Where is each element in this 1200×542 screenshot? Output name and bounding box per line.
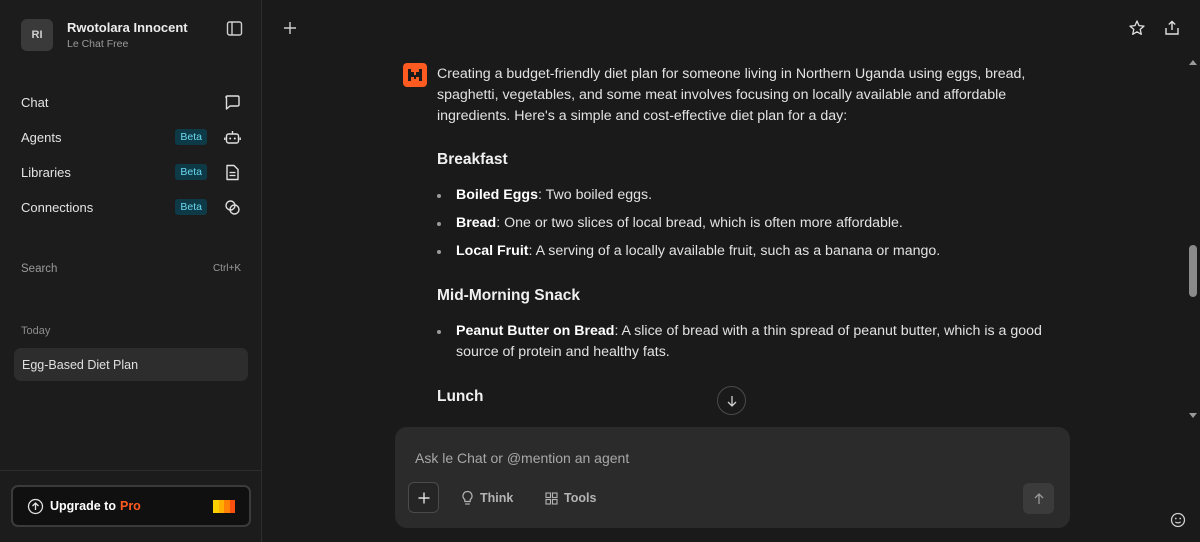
list-item-text: : Two boiled eggs. xyxy=(537,187,653,203)
message-intro: Creating a budget-friendly diet plan for… xyxy=(437,66,1026,124)
attach-button[interactable] xyxy=(408,482,439,513)
chat-composer: Think Tools xyxy=(395,427,1070,528)
mistral-logo-icon xyxy=(213,500,235,513)
robot-icon xyxy=(224,129,241,146)
document-icon xyxy=(224,164,241,181)
help-face-icon[interactable] xyxy=(1170,512,1186,528)
snack-heading: Mid-Morning Snack xyxy=(437,287,580,304)
list-item: Bread: One or two slices of local bread,… xyxy=(437,213,1057,234)
think-button[interactable]: Think xyxy=(461,489,513,507)
search-shortcut: Ctrl+K xyxy=(212,263,241,274)
upgrade-pro-label: Pro xyxy=(119,499,141,513)
sidebar-item-agents[interactable]: Agents Beta xyxy=(21,127,241,147)
list-item: Boiled Eggs: Two boiled eggs. xyxy=(437,185,1057,206)
scroll-thumb[interactable] xyxy=(1189,245,1197,297)
list-item: Local Fruit: A serving of a locally avai… xyxy=(437,241,1057,262)
arrow-up-circle-icon xyxy=(27,498,44,515)
upgrade-button[interactable]: Upgrade to Pro xyxy=(11,485,251,527)
scroll-up-arrow-icon[interactable] xyxy=(1189,60,1197,65)
sidebar-item-label: Agents xyxy=(21,129,62,145)
chat-history-item[interactable]: Egg-Based Diet Plan xyxy=(14,348,248,381)
sidebar: RI Rwotolara Innocent Le Chat Free Chat … xyxy=(0,0,262,542)
upgrade-label: Upgrade to xyxy=(50,499,116,513)
user-profile[interactable]: RI Rwotolara Innocent Le Chat Free xyxy=(21,19,188,51)
scrollbar[interactable] xyxy=(1186,55,1200,425)
star-icon[interactable] xyxy=(1128,19,1146,37)
chat-input[interactable] xyxy=(415,448,1015,468)
chat-bubble-icon xyxy=(224,94,241,111)
plus-icon xyxy=(418,492,429,503)
search-button[interactable]: Search Ctrl+K xyxy=(21,263,241,275)
arrow-up-icon xyxy=(1034,492,1043,504)
tools-button[interactable]: Tools xyxy=(545,489,596,507)
grid-icon xyxy=(545,491,558,505)
mistral-logo-icon xyxy=(403,63,427,87)
send-button[interactable] xyxy=(1023,483,1054,514)
arrow-down-icon xyxy=(727,395,736,407)
list-item-text: : A serving of a locally available fruit… xyxy=(528,243,941,259)
sidebar-item-label: Libraries xyxy=(21,164,71,180)
beta-badge: Beta xyxy=(175,164,207,180)
sidebar-item-connections[interactable]: Connections Beta xyxy=(21,197,241,217)
list-item-bold: Boiled Eggs xyxy=(456,187,538,203)
breakfast-list: Boiled Eggs: Two boiled eggs. Bread: One… xyxy=(437,185,1057,269)
sidebar-item-chat[interactable]: Chat xyxy=(21,92,241,112)
lightbulb-icon xyxy=(462,490,473,505)
list-item-text: : One or two slices of local bread, whic… xyxy=(496,215,903,231)
list-item-bold: Bread xyxy=(456,215,497,231)
beta-badge: Beta xyxy=(175,129,207,145)
tools-label: Tools xyxy=(564,491,597,505)
avatar: RI xyxy=(21,19,53,51)
sidebar-toggle-icon[interactable] xyxy=(226,20,243,37)
think-label: Think xyxy=(480,491,514,505)
scroll-down-arrow-icon[interactable] xyxy=(1189,413,1197,418)
assistant-message: Creating a budget-friendly diet plan for… xyxy=(437,64,1057,405)
scroll-to-bottom-button[interactable] xyxy=(717,386,746,415)
list-item: Peanut Butter on Bread: A slice of bread… xyxy=(437,321,1057,363)
new-chat-plus-icon[interactable] xyxy=(281,19,299,37)
list-item-bold: Peanut Butter on Bread xyxy=(456,323,615,339)
sidebar-item-libraries[interactable]: Libraries Beta xyxy=(21,162,241,182)
snack-list: Peanut Butter on Bread: A slice of bread… xyxy=(437,321,1057,370)
sidebar-item-label: Chat xyxy=(21,94,49,110)
user-plan: Le Chat Free xyxy=(67,37,129,50)
breakfast-heading: Breakfast xyxy=(437,151,508,168)
divider xyxy=(0,470,262,471)
list-item-bold: Local Fruit xyxy=(456,243,529,259)
lunch-heading: Lunch xyxy=(437,388,484,405)
share-icon[interactable] xyxy=(1163,19,1181,37)
connections-icon xyxy=(224,199,241,216)
section-today-label: Today xyxy=(21,325,51,337)
user-name: Rwotolara Innocent xyxy=(67,19,188,35)
search-label: Search xyxy=(21,263,58,275)
sidebar-item-label: Connections xyxy=(21,199,94,215)
beta-badge: Beta xyxy=(175,199,207,215)
